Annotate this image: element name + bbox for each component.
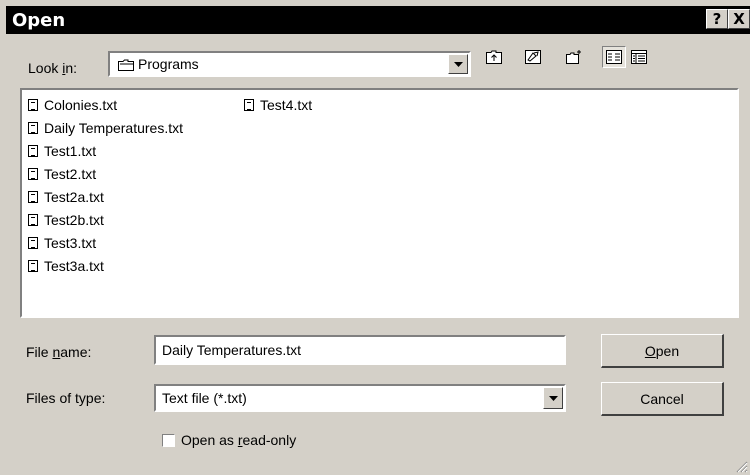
look-in-selection: Programs [118,56,199,72]
resize-grip-icon[interactable] [734,459,748,473]
text-file-icon [244,99,254,111]
text-file-icon [28,237,38,249]
text-file-icon [28,99,38,111]
text-file-icon [28,168,38,180]
create-new-folder-button[interactable] [562,46,586,68]
up-one-level-button[interactable] [482,46,506,68]
close-icon: X [733,10,745,28]
cancel-button[interactable]: Cancel [601,382,724,416]
create-new-folder-icon [566,50,581,64]
list-item[interactable]: Test3.txt [28,232,96,254]
list-item[interactable]: Test2a.txt [28,186,104,208]
help-icon: ? [712,10,722,28]
list-item[interactable]: Test1.txt [28,140,96,162]
look-in-dropdown-arrow[interactable] [448,54,468,74]
text-file-icon [28,145,38,157]
window-title: Open [12,9,66,31]
details-view-button[interactable] [627,46,651,68]
read-only-label: Open as read-only [181,432,297,448]
files-of-type-combo[interactable]: Text file (*.txt) [154,384,566,412]
desktop-icon [525,50,541,64]
list-view-button[interactable] [602,46,626,68]
open-button[interactable]: Open [601,334,724,368]
help-button[interactable]: ? [706,9,728,29]
list-item[interactable]: Test4.txt [244,94,312,116]
files-of-type-dropdown-arrow[interactable] [543,387,563,409]
list-item[interactable]: Daily Temperatures.txt [28,117,183,139]
list-item[interactable]: Test2.txt [28,163,96,185]
list-item[interactable]: Test2b.txt [28,209,104,231]
title-bar[interactable]: Open ? X [6,6,750,34]
file-name-label: File name: [26,344,92,360]
cancel-button-label: Cancel [640,390,684,407]
text-file-icon [28,191,38,203]
files-of-type-value: Text file (*.txt) [162,390,247,406]
text-file-icon [28,260,38,272]
details-view-icon [631,50,647,64]
folder-icon [118,58,134,71]
text-file-icon [28,214,38,226]
close-button[interactable]: X [728,9,750,29]
text-file-icon [28,122,38,134]
up-one-level-icon [486,50,502,64]
desktop-button[interactable] [521,46,545,68]
file-name-value: Daily Temperatures.txt [162,342,302,358]
chevron-down-icon [453,61,463,67]
look-in-combo[interactable]: Programs [108,51,471,77]
file-list[interactable]: Colonies.txt Daily Temperatures.txt Test… [20,88,739,318]
open-dialog: Open ? X Look in: Programs Colonies.txt … [0,0,750,475]
file-name-field[interactable]: Daily Temperatures.txt [154,335,566,365]
look-in-label: Look in: [28,60,78,76]
list-item[interactable]: Colonies.txt [28,94,117,116]
list-item[interactable]: Test3a.txt [28,255,104,277]
look-in-value: Programs [138,56,199,72]
chevron-down-icon [548,395,558,401]
list-view-icon [606,50,622,64]
open-button-label: Open [644,342,680,359]
read-only-checkbox[interactable] [162,434,175,447]
files-of-type-label: Files of type: [26,390,106,406]
